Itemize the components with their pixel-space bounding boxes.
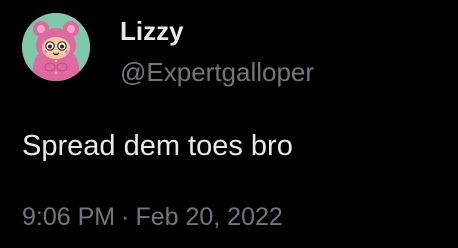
display-name[interactable]: Lizzy xyxy=(120,14,184,48)
tweet-time: 9:06 PM xyxy=(22,203,116,231)
tweet-text: Spread dem toes bro xyxy=(22,130,293,162)
meta-separator: · xyxy=(121,203,130,231)
pink-bear-avatar-icon xyxy=(22,13,90,81)
tweet-timestamp[interactable]: 9:06 PM · Feb 20, 2022 xyxy=(22,200,283,234)
user-handle[interactable]: @Expertgalloper xyxy=(120,56,314,88)
user-avatar[interactable] xyxy=(22,13,90,81)
tweet-date: Feb 20, 2022 xyxy=(135,203,283,231)
tweet-card: Lizzy @Expertgalloper Spread dem toes br… xyxy=(0,0,458,248)
